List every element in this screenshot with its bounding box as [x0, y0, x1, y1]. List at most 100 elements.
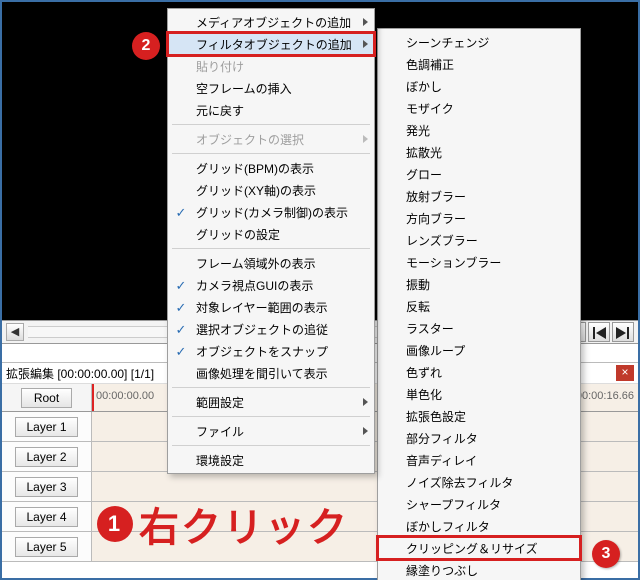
menu-separator: [172, 248, 370, 249]
menu-separator: [172, 416, 370, 417]
submenu-item[interactable]: ラスター: [378, 317, 580, 339]
annotation-badge-2: 2: [132, 32, 160, 60]
submenu-item-label: 単色化: [406, 386, 442, 403]
menu-item[interactable]: 範囲設定: [168, 391, 374, 413]
submenu-item-label: 色調補正: [406, 56, 454, 73]
check-icon: ✓: [174, 205, 188, 219]
menu-item-label: グリッド(BPM)の表示: [196, 160, 314, 177]
submenu-item[interactable]: 色調補正: [378, 53, 580, 75]
check-icon: ✓: [174, 344, 188, 358]
menu-item-label: グリッド(XY軸)の表示: [196, 182, 316, 199]
submenu-item[interactable]: シャープフィルタ: [378, 493, 580, 515]
scroll-left-button[interactable]: ◀: [6, 323, 24, 341]
menu-item[interactable]: 環境設定: [168, 449, 374, 471]
submenu-item-label: シャープフィルタ: [406, 496, 501, 513]
submenu-item[interactable]: 単色化: [378, 383, 580, 405]
playhead-icon: [92, 384, 94, 411]
menu-item[interactable]: 空フレームの挿入: [168, 77, 374, 99]
menu-item[interactable]: ✓ カメラ視点GUIの表示: [168, 274, 374, 296]
submenu-item-label: 縁塗りつぶし: [406, 562, 478, 579]
submenu-item[interactable]: 拡張色設定: [378, 405, 580, 427]
annotation-badge-3: 3: [592, 540, 620, 568]
submenu-item[interactable]: 画像ループ: [378, 339, 580, 361]
submenu-item-label: 拡散光: [406, 144, 442, 161]
menu-item-label: カメラ視点GUIの表示: [196, 277, 313, 294]
submenu-item[interactable]: 拡散光: [378, 141, 580, 163]
submenu-item-label: シーンチェンジ: [406, 34, 489, 51]
layer-button[interactable]: Layer 5: [15, 537, 77, 557]
submenu-item[interactable]: ぼかし: [378, 75, 580, 97]
menu-item[interactable]: グリッド(BPM)の表示: [168, 157, 374, 179]
submenu-item[interactable]: 発光: [378, 119, 580, 141]
submenu-item[interactable]: 縁塗りつぶし: [378, 559, 580, 580]
editor-title-text: 拡張編集 [00:00:00.00] [1/1]: [6, 365, 154, 382]
step-back-button[interactable]: [588, 322, 610, 342]
submenu-item-label: ラスター: [406, 320, 454, 337]
context-menu: メディアオブジェクトの追加フィルタオブジェクトの追加貼り付け空フレームの挿入元に…: [167, 8, 375, 474]
submenu-item-label: 振動: [406, 276, 430, 293]
menu-item-label: オブジェクトの選択: [196, 131, 304, 148]
root-cell: Root: [2, 384, 92, 411]
submenu-item-label: クリッピング＆リサイズ: [406, 540, 538, 557]
annotation-badge-1: 1: [97, 506, 133, 542]
menu-item[interactable]: フレーム領域外の表示: [168, 252, 374, 274]
submenu-item[interactable]: ノイズ除去フィルタ: [378, 471, 580, 493]
menu-item[interactable]: グリッド(XY軸)の表示: [168, 179, 374, 201]
submenu-arrow-icon: [363, 398, 368, 406]
submenu-item-label: ぼかし: [406, 78, 442, 95]
menu-separator: [172, 124, 370, 125]
menu-item-label: 選択オブジェクトの追従: [196, 321, 328, 338]
menu-item[interactable]: ✓オブジェクトをスナップ: [168, 340, 374, 362]
menu-item-label: メディアオブジェクトの追加: [196, 14, 351, 31]
submenu-item[interactable]: 音声ディレイ: [378, 449, 580, 471]
menu-item[interactable]: ✓選択オブジェクトの追従: [168, 318, 374, 340]
submenu-item[interactable]: 振動: [378, 273, 580, 295]
layer-button[interactable]: Layer 1: [15, 417, 77, 437]
menu-item[interactable]: グリッドの設定: [168, 223, 374, 245]
menu-separator: [172, 153, 370, 154]
submenu-item[interactable]: ぼかしフィルタ: [378, 515, 580, 537]
submenu-item-label: 反転: [406, 298, 430, 315]
submenu-arrow-icon: [363, 427, 368, 435]
menu-item-label: 空フレームの挿入: [196, 80, 292, 97]
menu-item[interactable]: フィルタオブジェクトの追加: [168, 33, 374, 55]
submenu-item[interactable]: 反転: [378, 295, 580, 317]
close-button[interactable]: ×: [616, 365, 634, 381]
submenu-item[interactable]: モーションブラー: [378, 251, 580, 273]
submenu-item[interactable]: 色ずれ: [378, 361, 580, 383]
menu-item-label: グリッドの設定: [196, 226, 280, 243]
submenu-item-label: モザイク: [406, 100, 454, 117]
menu-item[interactable]: 画像処理を間引いて表示: [168, 362, 374, 384]
submenu-item[interactable]: モザイク: [378, 97, 580, 119]
check-icon: ✓: [174, 278, 188, 292]
submenu-item-label: グロー: [406, 166, 442, 183]
layer-button[interactable]: Layer 2: [15, 447, 77, 467]
check-icon: ✓: [174, 300, 188, 314]
step-fwd-button[interactable]: [612, 322, 634, 342]
menu-item[interactable]: ✓対象レイヤー範囲の表示: [168, 296, 374, 318]
submenu-item[interactable]: グロー: [378, 163, 580, 185]
submenu-item[interactable]: 方向ブラー: [378, 207, 580, 229]
submenu-arrow-icon: [363, 18, 368, 26]
menu-item-label: 元に戻す: [196, 102, 244, 119]
layer-button[interactable]: Layer 3: [15, 477, 77, 497]
annotation-right-click: 1 右クリック: [97, 495, 349, 553]
menu-item: オブジェクトの選択: [168, 128, 374, 150]
submenu-arrow-icon: [363, 135, 368, 143]
menu-item[interactable]: 元に戻す: [168, 99, 374, 121]
menu-item-label: ファイル: [196, 423, 244, 440]
submenu-item-label: モーションブラー: [406, 254, 501, 271]
layer-button[interactable]: Layer 4: [15, 507, 77, 527]
submenu-item[interactable]: 放射ブラー: [378, 185, 580, 207]
submenu-arrow-icon: [363, 40, 368, 48]
menu-item[interactable]: ✓グリッド(カメラ制御)の表示: [168, 201, 374, 223]
submenu-item[interactable]: 部分フィルタ: [378, 427, 580, 449]
submenu-item[interactable]: レンズブラー: [378, 229, 580, 251]
submenu-item-label: 拡張色設定: [406, 408, 466, 425]
submenu-item[interactable]: クリッピング＆リサイズ: [378, 537, 580, 559]
menu-item[interactable]: メディアオブジェクトの追加: [168, 11, 374, 33]
submenu-item[interactable]: シーンチェンジ: [378, 31, 580, 53]
menu-item[interactable]: ファイル: [168, 420, 374, 442]
root-button[interactable]: Root: [21, 388, 72, 408]
menu-item-label: 貼り付け: [196, 58, 244, 75]
